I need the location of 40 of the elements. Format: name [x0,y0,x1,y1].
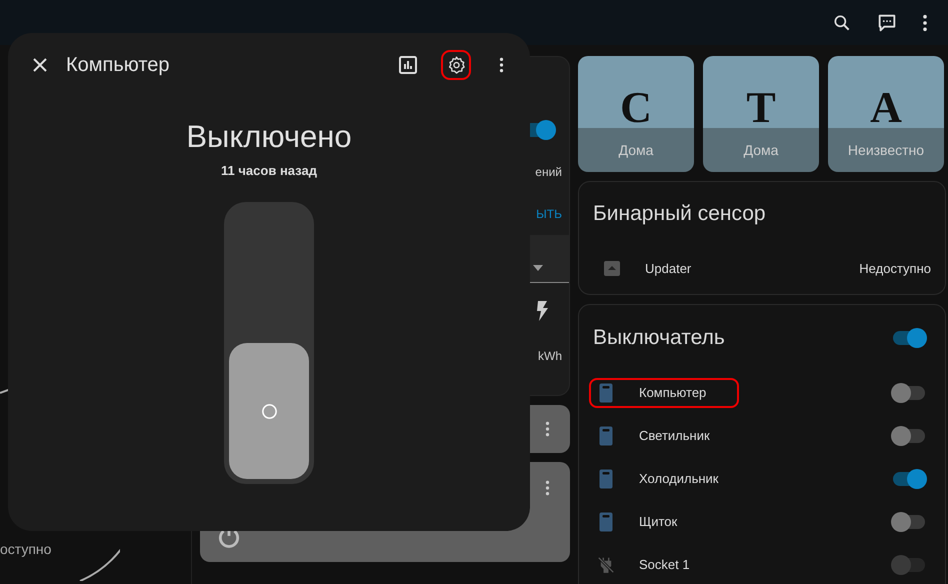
last-changed-text: 11 часов назад [221,163,317,178]
unit-text: kWh [538,349,562,363]
entity-name[interactable]: Щиток [639,514,678,529]
more-icon[interactable] [922,14,928,32]
toggle-switch[interactable] [893,558,925,572]
label-text: ений [535,165,562,179]
toggle-track[interactable] [224,202,314,484]
more-icon[interactable] [499,57,504,73]
person-state: Дома [744,142,778,160]
avatar-letter: Т [746,88,776,128]
toggle-switch[interactable] [893,514,925,528]
entity-name[interactable]: Компьютер [639,385,706,400]
toggle-switch[interactable] [893,331,925,345]
entity-name[interactable]: Холодильник [639,471,718,486]
settings-icon [446,56,466,74]
circle-icon [260,402,278,420]
close-icon[interactable] [33,58,47,72]
link[interactable]: ЫТЬ [536,207,562,221]
entity-state: Недоступно [859,260,931,276]
card-title: Выключатель [593,326,725,350]
entity-name[interactable]: Updater [645,260,692,276]
settings-button[interactable] [441,50,471,80]
person-state: Неизвестно [848,142,924,160]
state-text: Выключено [186,119,352,155]
chart-icon[interactable] [399,56,417,74]
package-icon [603,259,621,277]
entity-name[interactable]: Светильник [639,428,710,443]
dialog-title: Компьютер [66,54,170,76]
toggle-thumb[interactable] [229,343,309,479]
entity-name[interactable]: Socket 1 [639,557,690,572]
toggle-switch[interactable] [893,386,925,400]
card-title: Бинарный сенсор [593,202,766,226]
person-state: Дома [618,142,654,160]
bolt-icon [536,301,548,321]
avatar-letter: А [870,88,902,128]
caret-icon [533,264,543,270]
toggle-switch[interactable] [893,472,925,486]
avatar-letter: С [620,88,652,128]
search-icon[interactable] [832,12,852,32]
toggle-switch[interactable] [893,428,925,442]
